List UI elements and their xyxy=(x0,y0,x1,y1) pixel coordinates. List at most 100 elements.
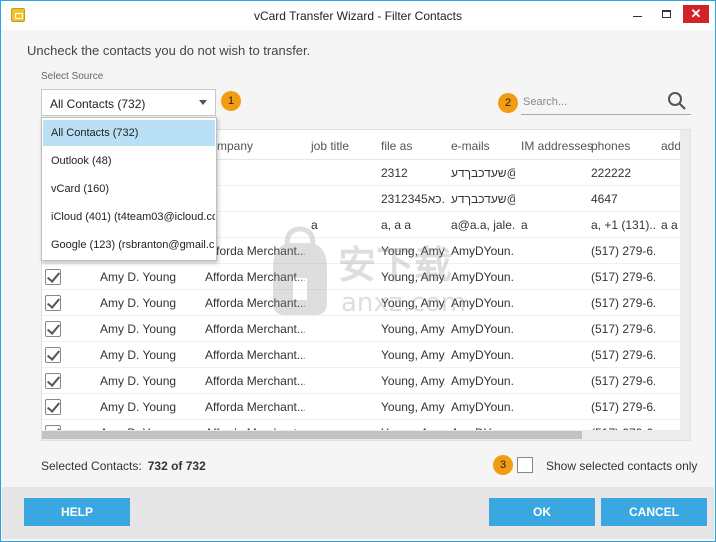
cell-company: Afforda Merchant... xyxy=(205,374,305,388)
cell-file-as: Young, Amy... xyxy=(381,270,445,284)
row-checkbox[interactable] xyxy=(45,399,61,415)
selected-contacts-summary: Selected Contacts: 732 of 732 xyxy=(41,459,206,473)
cell-company: Afforda Merchant... xyxy=(205,296,305,310)
source-option-vcard[interactable]: vCard (160) xyxy=(43,176,215,202)
row-checkbox[interactable] xyxy=(45,373,61,389)
button-bar: HELP OK CANCEL xyxy=(2,487,714,539)
cell-company: Afforda Merchant... xyxy=(205,322,305,336)
cell-file-as: 2312 xyxy=(381,166,408,180)
cell-email: AmyDYoun... xyxy=(451,270,515,284)
horizontal-scrollbar[interactable] xyxy=(42,430,690,440)
cell-email: AmyDYoun... xyxy=(451,374,515,388)
search-input[interactable]: Search... xyxy=(521,91,691,115)
cell-phone: (517) 279-6... xyxy=(591,374,655,388)
cell-phone: 222222 xyxy=(591,166,632,180)
cell-file-as: Young, Amy... xyxy=(381,296,445,310)
cell-email: AmyDYoun... xyxy=(451,322,515,336)
selected-contacts-value: 732 of 732 xyxy=(147,459,206,473)
source-dropdown-list: All Contacts (732) Outlook (48) vCard (1… xyxy=(41,117,217,261)
source-option-outlook[interactable]: Outlook (48) xyxy=(43,148,215,174)
cell-file-as: Young, Amy... xyxy=(381,374,445,388)
cell-phone: (517) 279-6... xyxy=(591,348,655,362)
row-checkbox[interactable] xyxy=(45,295,61,311)
header-address[interactable]: add xyxy=(661,139,681,153)
row-checkbox[interactable] xyxy=(45,269,61,285)
source-option-all[interactable]: All Contacts (732) xyxy=(43,120,215,146)
cell-email: AmyDYoun... xyxy=(451,348,515,362)
cell-email: שעדכבךדע@ xyxy=(451,166,515,180)
cell-company: Afforda Merchant... xyxy=(205,348,305,362)
select-source-label: Select Source xyxy=(41,71,104,82)
cell-im: a xyxy=(521,218,528,232)
instruction-text: Uncheck the contacts you do not wish to … xyxy=(27,43,311,58)
cell-phone: 4647 xyxy=(591,192,618,206)
show-selected-label[interactable]: Show selected contacts only xyxy=(546,459,697,473)
table-row[interactable]: Amy D. Young Afforda Merchant... Young, Am… xyxy=(42,290,682,316)
table-row[interactable]: Amy D. Young Afforda Merchant... Young, Am… xyxy=(42,316,682,342)
cancel-button[interactable]: CANCEL xyxy=(601,498,707,526)
cell-phone: (517) 279-6... xyxy=(591,296,655,310)
source-dropdown[interactable]: All Contacts (732) xyxy=(41,89,216,116)
cell-name: Amy D. Young xyxy=(100,322,177,336)
selected-contacts-label: Selected Contacts: xyxy=(41,459,142,473)
horizontal-scroll-thumb[interactable] xyxy=(42,431,582,439)
minimize-icon xyxy=(632,11,642,17)
step-badge-3: 3 xyxy=(493,455,513,475)
cell-job-title: a xyxy=(311,218,318,232)
cell-name: Amy D. Young xyxy=(100,400,177,414)
table-row[interactable]: Amy D. Young Afforda Merchant... Young, Am… xyxy=(42,394,682,420)
table-row[interactable]: Amy D. Young Afforda Merchant... Young, Am… xyxy=(42,368,682,394)
table-row[interactable]: Amy D. Young Afforda Merchant... Young, Am… xyxy=(42,342,682,368)
step-badge-1: 1 xyxy=(221,91,241,111)
chevron-down-icon xyxy=(199,100,207,105)
vcard-wizard-window: vCard Transfer Wizard - Filter Contacts … xyxy=(0,0,716,542)
search-icon[interactable] xyxy=(667,91,687,111)
cell-name: Amy D. Young xyxy=(100,296,177,310)
cell-company: Afforda Merchant... xyxy=(205,400,305,414)
vertical-scrollbar[interactable] xyxy=(680,130,690,430)
close-button[interactable]: ✕ xyxy=(683,5,709,23)
cell-phone: (517) 279-6... xyxy=(591,270,655,284)
step-badge-2: 2 xyxy=(498,93,518,113)
row-checkbox[interactable] xyxy=(45,321,61,337)
header-file-as[interactable]: file as xyxy=(381,139,412,153)
cell-email: AmyDYoun... xyxy=(451,244,515,258)
header-im-addresses[interactable]: IM addresses xyxy=(521,139,593,153)
cell-file-as: Young, Amy... xyxy=(381,400,445,414)
source-dropdown-value: All Contacts (732) xyxy=(50,97,146,111)
help-button[interactable]: HELP xyxy=(24,498,130,526)
window-title: vCard Transfer Wizard - Filter Contacts xyxy=(253,9,463,23)
cell-file-as: Young, Amy... xyxy=(381,244,445,258)
cell-phone: (517) 279-6... xyxy=(591,400,655,414)
header-phones[interactable]: phones xyxy=(591,139,630,153)
ok-button[interactable]: OK xyxy=(489,498,595,526)
cell-file-as: Young, Amy... xyxy=(381,348,445,362)
cell-email: שעדכבךדע@ xyxy=(451,192,515,206)
title-bar: vCard Transfer Wizard - Filter Contacts … xyxy=(1,1,715,30)
cell-email: a@a.a, jale... xyxy=(451,218,515,232)
cell-file-as: Young, Amy... xyxy=(381,322,445,336)
cell-email: AmyDYoun... xyxy=(451,400,515,414)
header-company[interactable]: mpany xyxy=(217,139,253,153)
cell-file-as: 2312345כא... xyxy=(381,192,445,206)
cell-name: Amy D. Young xyxy=(100,374,177,388)
cell-file-as: a, a a xyxy=(381,218,412,232)
cell-name: Amy D. Young xyxy=(100,270,177,284)
source-option-google[interactable]: Google (123) (rsbranton@gmail.c... xyxy=(43,232,215,258)
header-job-title[interactable]: job title xyxy=(311,139,349,153)
maximize-button[interactable] xyxy=(655,5,677,23)
search-placeholder: Search... xyxy=(523,96,568,108)
cell-company: Afforda Merchant... xyxy=(205,244,305,258)
cell-email: AmyDYoun... xyxy=(451,296,515,310)
maximize-icon xyxy=(661,10,671,18)
row-checkbox[interactable] xyxy=(45,347,61,363)
cell-name: Amy D. Young xyxy=(100,348,177,362)
header-emails[interactable]: e-mails xyxy=(451,139,490,153)
table-row[interactable]: Amy D. Young Afforda Merchant... Young, Am… xyxy=(42,264,682,290)
minimize-button[interactable] xyxy=(626,5,648,23)
source-option-icloud[interactable]: iCloud (401) (t4team03@icloud.co... xyxy=(43,204,215,230)
show-selected-checkbox[interactable] xyxy=(517,457,533,473)
cell-phone: (517) 279-6... xyxy=(591,244,655,258)
cell-phone: a, +1 (131)... xyxy=(591,218,655,232)
cell-company: Afforda Merchant... xyxy=(205,270,305,284)
